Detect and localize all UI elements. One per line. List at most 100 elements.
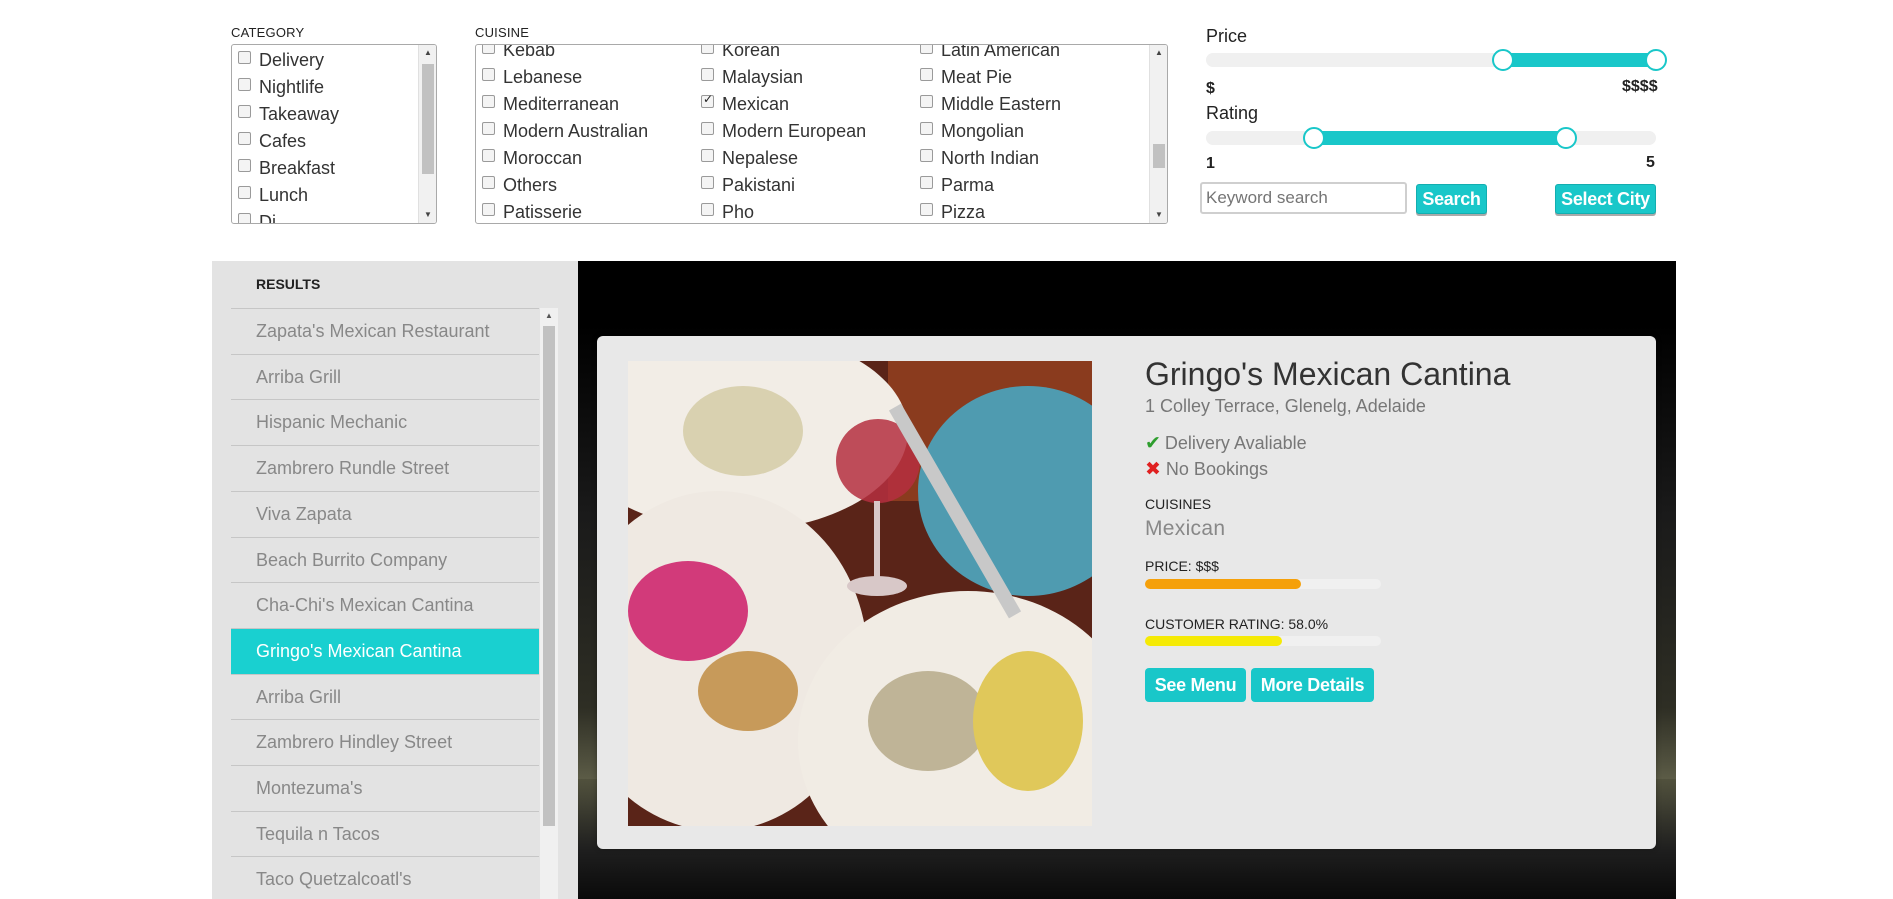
more-details-button[interactable]: More Details xyxy=(1251,668,1374,702)
result-item[interactable]: Zambrero Rundle Street xyxy=(231,445,539,491)
checkbox[interactable] xyxy=(701,149,714,162)
cross-icon: ✖ xyxy=(1145,459,1161,480)
category-option[interactable]: Nightlife xyxy=(238,74,324,101)
cuisine-option-label: Meat Pie xyxy=(941,67,1013,87)
checkbox[interactable] xyxy=(920,149,933,162)
checkbox[interactable] xyxy=(920,122,933,135)
checkbox[interactable] xyxy=(701,92,714,108)
category-option[interactable]: Takeaway xyxy=(238,101,339,128)
result-item[interactable]: Viva Zapata xyxy=(231,490,539,537)
results-scrollbar[interactable]: ▲ xyxy=(540,308,558,899)
category-scrollbar[interactable]: ▲ ▼ xyxy=(418,45,436,223)
category-listbox[interactable]: Delivery Nightlife Takeaway Cafes Breakfast L… xyxy=(231,44,437,224)
result-item[interactable]: Arriba Grill xyxy=(231,353,539,400)
result-item[interactable]: Hispanic Mechanic xyxy=(231,399,539,445)
scroll-up-arrow-icon[interactable]: ▲ xyxy=(1150,45,1167,61)
checkbox[interactable] xyxy=(238,105,251,118)
checkbox[interactable] xyxy=(920,95,933,108)
checkbox[interactable] xyxy=(238,78,251,91)
result-item[interactable]: Beach Burrito Company xyxy=(231,536,539,583)
cuisine-option[interactable]: Modern Australian xyxy=(482,118,648,145)
checkbox[interactable] xyxy=(701,176,714,189)
checkbox[interactable] xyxy=(238,132,251,145)
cuisine-scroll-thumb[interactable] xyxy=(1153,144,1165,168)
see-menu-button[interactable]: See Menu xyxy=(1145,668,1246,702)
checkbox[interactable] xyxy=(701,203,714,216)
rating-max-handle[interactable] xyxy=(1555,127,1577,149)
result-item[interactable]: Tequila n Tacos xyxy=(231,810,539,857)
checkbox[interactable] xyxy=(701,68,714,81)
scroll-down-arrow-icon[interactable]: ▼ xyxy=(1150,207,1167,223)
checkbox[interactable] xyxy=(701,45,714,54)
cuisine-option[interactable]: Pizza xyxy=(920,199,985,223)
results-scroll-thumb[interactable] xyxy=(543,326,555,826)
cuisine-option[interactable]: Others xyxy=(482,172,557,199)
cuisine-option[interactable]: Malaysian xyxy=(701,64,803,91)
result-item[interactable]: Arriba Grill xyxy=(231,673,539,720)
price-max-handle[interactable] xyxy=(1645,49,1667,71)
cuisine-option[interactable]: Mongolian xyxy=(920,118,1024,145)
select-city-button[interactable]: Select City xyxy=(1555,184,1656,214)
scroll-up-arrow-icon[interactable]: ▲ xyxy=(419,45,436,61)
rating-slider[interactable] xyxy=(1206,127,1656,149)
cuisine-option[interactable]: Mediterranean xyxy=(482,91,619,118)
category-option[interactable]: Cafes xyxy=(238,128,306,155)
cuisine-option[interactable]: Pho xyxy=(701,199,754,223)
cuisine-option[interactable]: Mexican xyxy=(701,91,789,118)
category-option[interactable]: Breakfast xyxy=(238,155,335,182)
cuisine-option[interactable]: Lebanese xyxy=(482,64,582,91)
category-option[interactable]: Di xyxy=(238,209,276,223)
result-item[interactable]: Gringo's Mexican Cantina xyxy=(231,627,539,674)
checkbox[interactable] xyxy=(482,149,495,162)
checkbox[interactable] xyxy=(238,159,251,172)
search-button[interactable]: Search xyxy=(1416,184,1487,214)
category-scroll-thumb[interactable] xyxy=(422,64,434,174)
scroll-up-arrow-icon[interactable]: ▲ xyxy=(540,308,558,324)
cuisine-listbox[interactable]: Kebab Korean Latin American Lebanese Malaysi… xyxy=(475,44,1168,224)
cuisine-option[interactable]: Kebab xyxy=(482,45,555,64)
rating-min-handle[interactable] xyxy=(1303,127,1325,149)
category-option[interactable]: Lunch xyxy=(238,182,308,209)
rating-slider-range xyxy=(1314,131,1566,145)
checkbox[interactable] xyxy=(482,176,495,189)
result-item[interactable]: Montezuma's xyxy=(231,765,539,811)
delivery-text: Delivery Avaliable xyxy=(1164,433,1307,453)
rating-max-label: 5 xyxy=(1646,154,1655,171)
cuisine-option[interactable]: North Indian xyxy=(920,145,1039,172)
result-item[interactable]: Zapata's Mexican Restaurant xyxy=(231,308,539,354)
cuisine-option[interactable]: Moroccan xyxy=(482,145,582,172)
cuisine-scrollbar[interactable]: ▲ ▼ xyxy=(1149,45,1167,223)
result-item[interactable]: Cha-Chi's Mexican Cantina xyxy=(231,582,539,628)
cuisine-option[interactable]: Parma xyxy=(920,172,994,199)
cuisine-option[interactable]: Pakistani xyxy=(701,172,795,199)
cuisine-option[interactable]: Latin American xyxy=(920,45,1060,64)
checkbox[interactable] xyxy=(482,68,495,81)
checkbox[interactable] xyxy=(238,186,251,199)
checkbox[interactable] xyxy=(920,68,933,81)
checkbox[interactable] xyxy=(920,45,933,54)
cuisine-option[interactable]: Nepalese xyxy=(701,145,798,172)
checkbox[interactable] xyxy=(482,95,495,108)
cuisine-option[interactable]: Middle Eastern xyxy=(920,91,1061,118)
cuisine-option[interactable]: Modern European xyxy=(701,118,866,145)
checkbox[interactable] xyxy=(238,213,251,223)
result-item[interactable]: Taco Quetzalcoatl's xyxy=(231,856,539,899)
price-min-handle[interactable] xyxy=(1492,49,1514,71)
scroll-down-arrow-icon[interactable]: ▼ xyxy=(419,207,436,223)
category-option[interactable]: Delivery xyxy=(238,47,324,74)
cuisine-option[interactable]: Korean xyxy=(701,45,780,64)
checkbox[interactable] xyxy=(482,203,495,216)
price-min-label: $ xyxy=(1206,80,1215,97)
checkbox[interactable] xyxy=(701,122,714,135)
price-slider[interactable] xyxy=(1206,49,1667,71)
category-option-label: Nightlife xyxy=(259,77,325,97)
checkbox[interactable] xyxy=(238,51,251,64)
checkbox[interactable] xyxy=(482,122,495,135)
checkbox[interactable] xyxy=(482,45,495,54)
cuisine-option[interactable]: Meat Pie xyxy=(920,64,1012,91)
cuisine-option[interactable]: Patisserie xyxy=(482,199,582,223)
checkbox[interactable] xyxy=(920,203,933,216)
result-item[interactable]: Zambrero Hindley Street xyxy=(231,719,539,765)
checkbox[interactable] xyxy=(920,176,933,189)
keyword-search-input[interactable] xyxy=(1200,182,1407,214)
